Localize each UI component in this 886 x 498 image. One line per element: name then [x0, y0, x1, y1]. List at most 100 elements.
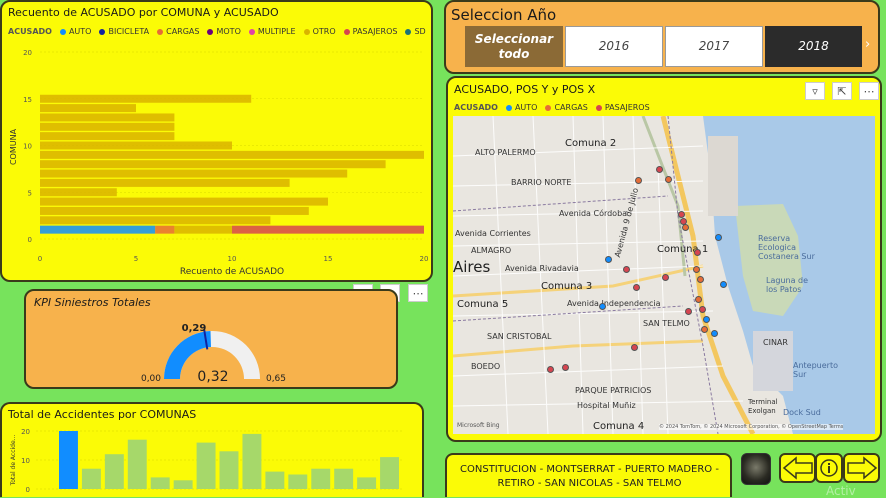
map-label-aires: Aires [453, 258, 491, 276]
map-label-parque-patricios: PARQUE PATRICIOS [575, 386, 652, 395]
map-pin-pasajeros[interactable] [699, 306, 706, 313]
map-label-exolgan: Terminal Exolgan [748, 398, 778, 415]
map-pin-pasajeros[interactable] [562, 364, 569, 371]
column-chart-card[interactable]: Total de Accidentes por COMUNAS Total de… [0, 402, 424, 497]
map-pin-cargas[interactable] [695, 296, 702, 303]
map-label-antepuerto: Antepuerto Sur [793, 361, 838, 379]
map-pin-cargas[interactable] [697, 276, 704, 283]
map-label-av-cordoba: Avenida Córdoba [559, 209, 628, 218]
bar-segment-otro [40, 94, 252, 103]
map-label-barrio-norte: BARRIO NORTE [511, 178, 572, 187]
bar-segment-pasajeros [232, 225, 424, 234]
map-label-hospital-muniz: Hospital Muñiz [577, 401, 636, 410]
slicer-option-2017[interactable]: 2017 [665, 26, 763, 67]
column-bar [311, 468, 331, 489]
map-pin-pasajeros[interactable] [656, 166, 663, 173]
column-bar [104, 454, 124, 489]
kpi-gauge[interactable]: 0,29 0,32 0,00 0,65 [26, 291, 398, 389]
column-bar [380, 457, 399, 489]
column-bar [173, 480, 193, 489]
map-pin-cargas[interactable] [693, 266, 700, 273]
slicer-option-2016[interactable]: 2016 [565, 26, 663, 67]
bar-segment-otro [40, 141, 232, 150]
map-pin-auto[interactable] [605, 256, 612, 263]
map-label-av-corrientes: Avenida Corrientes [455, 229, 531, 238]
bar-segment-otro [40, 132, 175, 141]
map-pin-pasajeros[interactable] [665, 176, 672, 183]
x-tick-label: 10 [228, 255, 237, 263]
chevron-right-icon[interactable]: › [865, 37, 870, 52]
year-slicer-card[interactable]: Seleccion Año Seleccionar todo 2016 2017… [444, 0, 880, 74]
column-y-tick-label: 0 [26, 486, 30, 494]
focus-mode-icon[interactable]: ⇱ [832, 82, 852, 100]
column-bar [357, 477, 377, 489]
map-legend-pasajeros[interactable]: PASAJEROS [595, 103, 650, 112]
more-options-icon[interactable]: ⋯ [859, 82, 879, 100]
info-button[interactable] [815, 453, 843, 483]
map-card[interactable]: ACUSADO, POS Y y POS X ▿ ⇱ ⋯ ACUSADO AUT… [446, 76, 882, 442]
map-pin-pasajeros[interactable] [631, 344, 638, 351]
map-pin-pasajeros[interactable] [685, 308, 692, 315]
bar-segment-otro [40, 169, 348, 178]
map-pin-auto[interactable] [703, 316, 710, 323]
forward-button[interactable] [843, 453, 880, 483]
column-bar [288, 474, 308, 489]
map-label-comuna3: Comuna 3 [541, 281, 593, 292]
column-bar [81, 468, 101, 489]
column-bar [242, 433, 262, 489]
column-bar [127, 439, 147, 489]
map-pin-pasajeros[interactable] [678, 211, 685, 218]
bar-segment-otro [40, 216, 271, 225]
map-pin-cargas[interactable] [701, 326, 708, 333]
gauge-min-label: 0,00 [141, 374, 161, 384]
map-label-comuna4: Comuna 4 [593, 421, 645, 432]
map-label-comuna2: Comuna 2 [565, 138, 617, 149]
x-tick-label: 0 [38, 255, 42, 263]
map-label-comuna5: Comuna 5 [457, 299, 509, 310]
column-y-axis-label: Total de Accide... [10, 435, 17, 487]
map-pin-cargas[interactable] [635, 177, 642, 184]
kpi-card[interactable]: KPI Siniestros Totales 0,29 0,32 0,00 0,… [24, 289, 398, 389]
arrow-right-icon [846, 456, 877, 480]
column-chart-plot[interactable]: Total de Accide... 20 10 0 [2, 404, 424, 497]
map-pin-pasajeros[interactable] [633, 284, 640, 291]
map-pin-pasajeros[interactable] [662, 274, 669, 281]
map-pin-auto[interactable] [599, 303, 606, 310]
map-label-av-rivadavia: Avenida Rivadavia [505, 264, 579, 273]
bar-chart-card[interactable]: Recuento de ACUSADO por COMUNA y ACUSADO… [0, 0, 433, 282]
map-pin-pasajeros[interactable] [547, 366, 554, 373]
map-pin-auto[interactable] [720, 281, 727, 288]
column-bar [334, 468, 354, 489]
bar-segment-otro [40, 150, 424, 159]
slicer-option-select-all[interactable]: Seleccionar todo [465, 26, 563, 67]
map-legend-auto[interactable]: AUTO [505, 103, 537, 112]
bar-segment-otro [40, 113, 175, 122]
map-legend-cargas[interactable]: CARGAS [545, 103, 588, 112]
column-y-tick-label: 10 [21, 457, 30, 465]
gauge-max-label: 0,65 [266, 374, 286, 384]
bar-segment-otro [40, 188, 117, 197]
dock-area [708, 136, 738, 216]
map-label-boedo: BOEDO [471, 362, 501, 371]
map-pin-cargas[interactable] [682, 224, 689, 231]
bar-segment-otro [40, 104, 136, 113]
back-button[interactable] [779, 453, 816, 483]
map-pin-pasajeros[interactable] [623, 266, 630, 273]
more-options-icon[interactable]: ⋯ [408, 284, 428, 302]
map-legend: ACUSADO AUTO CARGAS PASAJEROS [454, 103, 650, 112]
map-pin-pasajeros[interactable] [694, 249, 701, 256]
filter-icon[interactable]: ▿ [805, 82, 825, 100]
map-canvas[interactable]: Comuna 2 ALTO PALERMO BARRIO NORTE Aveni… [453, 116, 875, 434]
bar-chart-plot[interactable]: COMUNA Recuento de ACUSADO 20 15 10 5 0 0 5 10… [2, 2, 433, 282]
map-label-cinar: CINAR [763, 338, 788, 347]
map-label-san-cristobal: SAN CRISTOBAL [487, 332, 552, 341]
map-pin-auto[interactable] [711, 330, 718, 337]
x-axis-label: Recuento de ACUSADO [180, 267, 284, 277]
y-tick-label: 0 [28, 236, 32, 244]
slicer-option-2018[interactable]: 2018 [765, 26, 862, 67]
y-tick-label: 10 [23, 143, 32, 151]
map-label-laguna: Laguna de los Patos [766, 276, 809, 294]
map-pin-auto[interactable] [715, 234, 722, 241]
bar-segment-otro [40, 206, 309, 215]
bar-segment-auto [40, 225, 156, 234]
